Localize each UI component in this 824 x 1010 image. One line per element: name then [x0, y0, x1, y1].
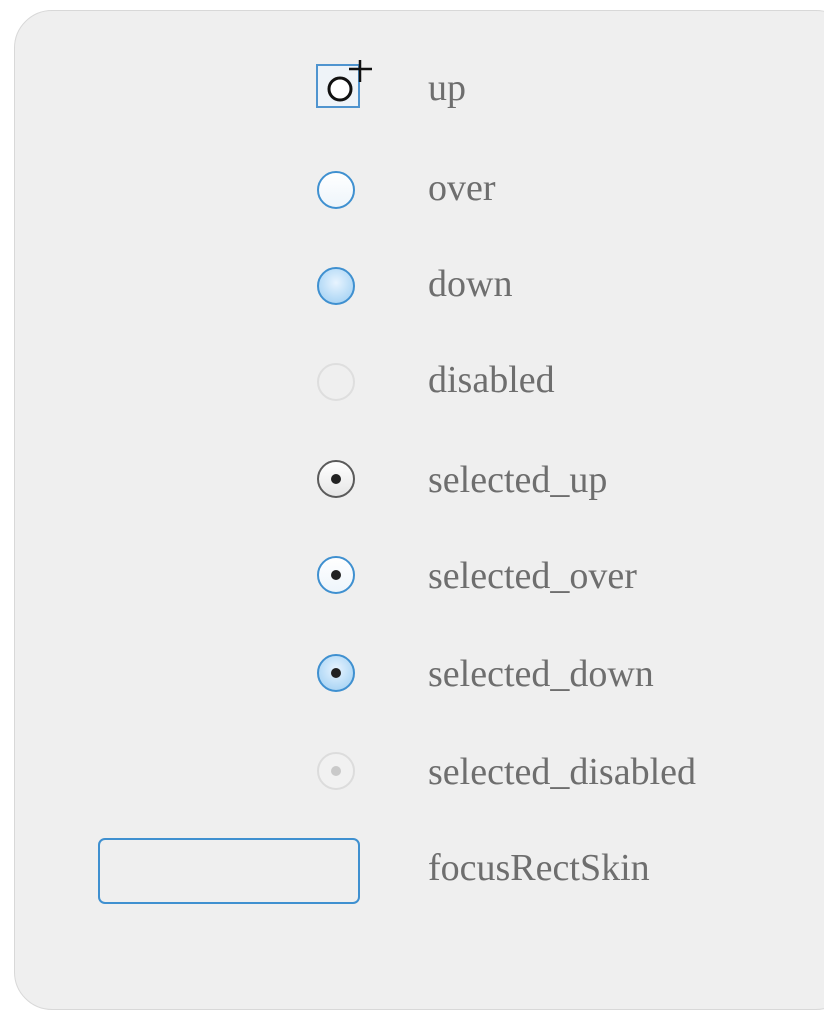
state-row-focus-rect-skin: focusRectSkin [0, 832, 824, 904]
radio-selected-over-icon [317, 556, 355, 594]
radio-dot-icon [331, 570, 341, 580]
state-row-down: down [0, 254, 824, 314]
state-label: disabled [428, 359, 555, 401]
state-label: selected_up [428, 459, 608, 501]
radio-down-icon [317, 267, 355, 305]
radio-dot-icon [331, 766, 341, 776]
state-row-over: over [0, 158, 824, 218]
radio-disabled-icon [317, 363, 355, 401]
radio-dot-icon [331, 668, 341, 678]
state-label: selected_over [428, 555, 637, 597]
state-row-selected-down: selected_down [0, 644, 824, 704]
radio-over-icon [317, 171, 355, 209]
radio-up-cursor-icon [327, 60, 372, 102]
focus-rect-icon [98, 838, 360, 904]
state-row-selected-over: selected_over [0, 546, 824, 606]
state-row-selected-disabled: selected_disabled [0, 742, 824, 802]
radio-selected-up-icon [317, 460, 355, 498]
state-label: over [428, 167, 496, 209]
state-row-selected-up: selected_up [0, 450, 824, 510]
radio-selected-disabled-icon [317, 752, 355, 790]
state-label: selected_disabled [428, 751, 697, 793]
radio-selected-down-icon [317, 654, 355, 692]
state-row-up: up [0, 58, 824, 118]
state-label: down [428, 263, 513, 305]
radio-dot-icon [331, 474, 341, 484]
state-row-disabled: disabled [0, 350, 824, 410]
state-label: up [428, 67, 466, 109]
state-label: focusRectSkin [428, 847, 650, 889]
state-label: selected_down [428, 653, 654, 695]
